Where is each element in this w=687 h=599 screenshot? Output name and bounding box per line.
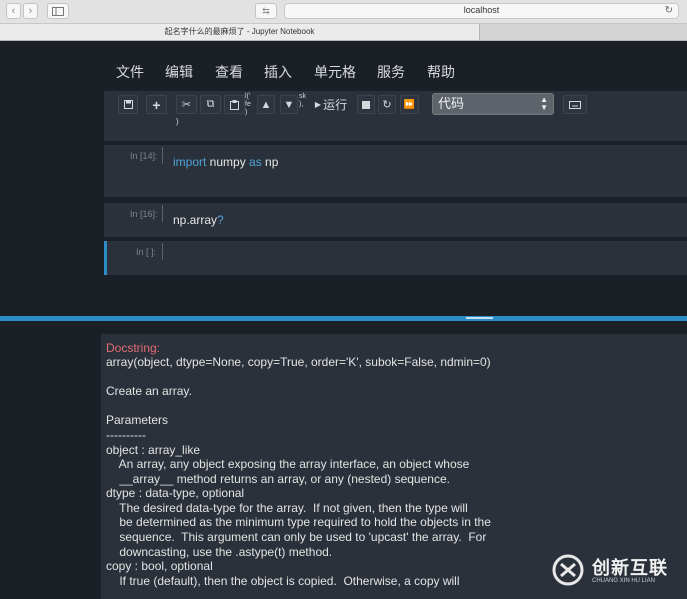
docstring-heading: Docstring: (106, 341, 161, 355)
pager-line: downcasting, use the .astype(t) method. (106, 545, 333, 559)
cut-button[interactable]: ✂ (176, 95, 197, 114)
cell-type-select[interactable]: 代码 ▲ ▼ (432, 93, 554, 115)
reload-icon[interactable]: ↻ (665, 5, 673, 16)
move-down-button[interactable]: ▼ (280, 95, 298, 114)
pager-line: be determined as the minimum type requir… (106, 515, 491, 529)
menu-edit[interactable]: 编辑 (165, 62, 193, 82)
menu-help[interactable]: 帮助 (427, 62, 455, 82)
stop-icon (362, 100, 370, 109)
pager-line: Parameters (106, 413, 169, 427)
chevron-left-icon: ‹ (11, 5, 16, 17)
code-token: numpy (206, 155, 250, 169)
plus-icon: + (152, 96, 161, 113)
save-icon (123, 100, 133, 109)
sidebar-icon (52, 6, 64, 16)
arrow-down-icon: ▼ (283, 98, 295, 111)
pager-line: sequence. This argument can only be used… (106, 530, 487, 544)
cell-prompt: In [16]: (130, 209, 158, 219)
run-below-fragment: sk ), (299, 93, 308, 108)
pager-line: copy : bool, optional (106, 559, 213, 573)
pager-line: An array, any object exposing the array … (106, 457, 470, 471)
cell-code[interactable]: np.array? (173, 213, 224, 227)
run-label: 运行 (323, 98, 348, 112)
pager-line: Create an array. (106, 384, 192, 398)
code-cell[interactable] (104, 145, 687, 197)
pager-line: array(object, dtype=None, copy=True, ord… (106, 355, 491, 369)
browser-toolbar: ‹ › ⇆ localhost ↻ (0, 0, 687, 24)
code-token: np (261, 155, 279, 169)
reader-button[interactable]: ⇆ (255, 3, 277, 19)
brand-logo-icon (552, 554, 584, 586)
interrupt-button[interactable] (357, 95, 375, 114)
code-token: ? (217, 213, 224, 227)
scissors-icon: ✂ (181, 99, 192, 111)
menu-kernel[interactable]: 服务 (377, 62, 405, 82)
url-text: localhost (463, 5, 500, 15)
watermark-pinyin: CHUANG XIN HU LIAN (592, 578, 656, 584)
pager-line: ---------- (106, 428, 146, 442)
restart-button[interactable]: ↻ (378, 95, 396, 114)
address-bar[interactable]: localhost ↻ (284, 3, 679, 19)
copy-button[interactable]: ⧉ (200, 95, 221, 114)
save-button[interactable] (118, 95, 138, 114)
menu-file[interactable]: 文件 (116, 62, 144, 82)
code-token: import (173, 155, 207, 169)
arrow-up-icon: ▲ (260, 98, 272, 111)
fast-forward-icon: ⏩ (403, 99, 416, 109)
cell-prompt: In [ ]: (136, 247, 157, 257)
toolbar-overflow-paren: ) (176, 117, 179, 126)
link-icon: ⇆ (262, 5, 270, 16)
paste-button[interactable] (224, 95, 245, 114)
run-above-fragment: l(' fe ) (245, 93, 253, 116)
keyboard-icon (569, 100, 581, 109)
code-token: as (249, 155, 262, 169)
cell-prompt: In [14]: (130, 151, 158, 161)
pager-divider[interactable] (0, 316, 687, 321)
run-button[interactable]: ▶ 运行 (311, 95, 351, 114)
restart-run-all-button[interactable]: ⏩ (400, 95, 419, 114)
cell-input-border (162, 147, 163, 164)
back-button[interactable]: ‹ (6, 3, 21, 19)
sidebar-button[interactable] (47, 3, 69, 19)
code-cell-selected[interactable] (104, 241, 687, 275)
copy-icon: ⧉ (206, 98, 215, 110)
tab-bar: 起名字什么的最麻烦了 - Jupyter Notebook (0, 24, 687, 41)
cell-input-border (162, 243, 163, 260)
restart-icon: ↻ (382, 99, 392, 111)
menu-cell[interactable]: 单元格 (314, 62, 356, 82)
paste-icon (230, 99, 239, 110)
insert-cell-button[interactable]: + (146, 95, 167, 114)
chevron-right-icon: › (28, 5, 33, 17)
forward-button[interactable]: › (23, 3, 38, 19)
watermark-brand: 创新互联 (592, 558, 668, 578)
cell-input-border (162, 205, 163, 222)
cell-code[interactable]: import numpy as np (173, 155, 278, 169)
menu-insert[interactable]: 插入 (264, 62, 292, 82)
watermark-logo: 创新互联 CHUANG XIN HU LIAN (548, 548, 687, 592)
pager-line: The desired data-type for the array. If … (106, 501, 468, 515)
pager-drag-handle[interactable] (466, 317, 493, 319)
move-up-button[interactable]: ▲ (257, 95, 275, 114)
pager-line: dtype : data-type, optional (106, 486, 245, 500)
play-icon: ▶ (314, 100, 322, 109)
pager-line: object : array_like (106, 443, 201, 457)
pager-line: If true (default), then the object is co… (106, 574, 460, 588)
tab-active[interactable]: 起名字什么的最麻烦了 - Jupyter Notebook (0, 24, 480, 40)
menu-view[interactable]: 查看 (215, 62, 243, 82)
cell-type-value: 代码 (438, 96, 465, 111)
command-palette-button[interactable] (563, 95, 587, 114)
pager-line: __array__ method returns an array, or an… (106, 472, 450, 486)
code-token: np.array (173, 213, 218, 227)
updown-arrows-icon: ▲ ▼ (540, 95, 548, 112)
